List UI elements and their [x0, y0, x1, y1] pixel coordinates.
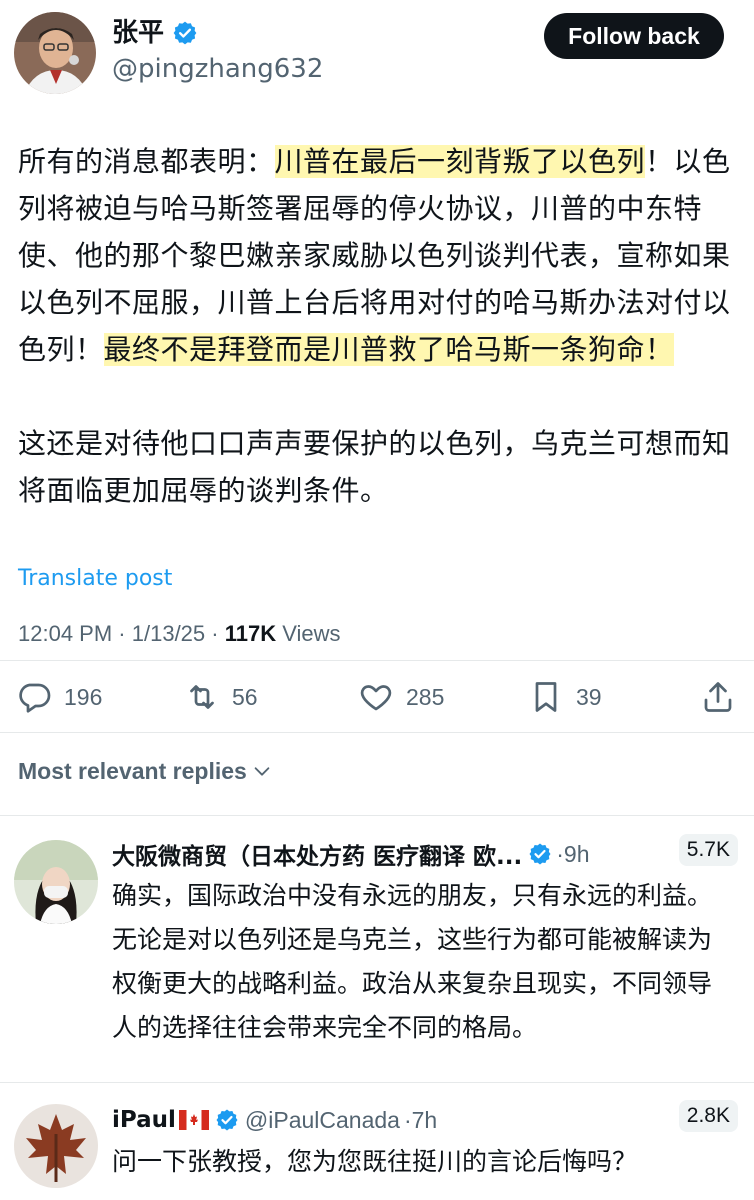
- verified-badge-icon: [528, 842, 552, 866]
- tweet-time[interactable]: 12:04 PM: [18, 621, 112, 646]
- divider: [0, 660, 754, 661]
- divider: [0, 732, 754, 733]
- bookmark-icon: [535, 682, 557, 712]
- reply-dot: ·: [556, 840, 564, 867]
- tweet-paragraph-2: 这还是对待他口口声声要保护的以色列，乌克兰可想而知将面临更加屈辱的谈判条件。: [18, 427, 731, 507]
- share-icon: [704, 682, 732, 712]
- reply-text: 确实，国际政治中没有永远的朋友，只有永远的利益。无论是对以色列还是乌克兰，这些行…: [112, 881, 713, 1042]
- reply-avatar[interactable]: [14, 1104, 98, 1188]
- reply-dot: ·: [403, 1106, 412, 1133]
- reply-count: 196: [64, 683, 103, 710]
- follow-back-button[interactable]: Follow back: [544, 13, 724, 59]
- tweet-text: 所有的消息都表明：川普在最后一刻背叛了以色列！以色列将被迫与哈马斯签署屈辱的停火…: [18, 138, 734, 514]
- tweet-highlight-2: 最终不是拜登而是川普救了哈马斯一条狗命！: [103, 333, 674, 366]
- share-button[interactable]: [700, 672, 736, 722]
- reply-header: 大阪微商贸（日本处方药 医疗翻译 欧... · 9h: [112, 836, 740, 872]
- reply-icon: [19, 683, 51, 713]
- reply-author-name[interactable]: iPaul: [112, 1107, 176, 1133]
- bookmark-button[interactable]: 39: [528, 672, 602, 722]
- post-header: 张平 @pingzhang632 Follow back: [0, 0, 754, 110]
- reply-item[interactable]: 大阪微商贸（日本处方药 医疗翻译 欧... · 9h 5.7K 确实，国际政治中…: [0, 834, 754, 1066]
- author-display-name[interactable]: 张平: [112, 16, 164, 50]
- reply-views-badge: 5.7K: [678, 834, 738, 866]
- reply-time[interactable]: 7h: [412, 1107, 438, 1134]
- reply-views-badge: 2.8K: [678, 1100, 738, 1132]
- reply-time[interactable]: 9h: [564, 841, 590, 868]
- chevron-down-icon: [254, 767, 270, 776]
- action-bar: 196 56 285 39: [0, 672, 754, 722]
- translate-post-link[interactable]: Translate post: [18, 562, 172, 596]
- heart-icon: [360, 685, 392, 711]
- reply-author-handle[interactable]: @iPaulCanada: [245, 1107, 400, 1134]
- like-count: 285: [406, 683, 445, 710]
- tweet-highlight-1: 川普在最后一刻背叛了以色列: [274, 145, 646, 178]
- divider: [0, 815, 754, 816]
- author-name-row: 张平: [112, 16, 198, 50]
- views-label: Views: [282, 621, 341, 646]
- meta-separator: ·: [118, 621, 132, 646]
- meta-separator: ·: [211, 621, 225, 646]
- repost-button[interactable]: 56: [184, 672, 258, 722]
- reply-avatar[interactable]: [14, 840, 98, 924]
- tweet-meta: 12:04 PM · 1/13/25 · 117K Views: [18, 616, 341, 652]
- reply-text: 问一下张教授，您为您既往挺川的言论后悔吗？: [112, 1147, 638, 1176]
- canada-flag-icon: [178, 1110, 209, 1130]
- reply-header: iPaul @iPaulCanada · 7h: [112, 1102, 740, 1138]
- views-count: 117K: [224, 621, 277, 646]
- replies-sort-label: Most relevant replies: [18, 758, 247, 784]
- tweet-date[interactable]: 1/13/25: [132, 621, 205, 646]
- like-button[interactable]: 285: [358, 672, 444, 722]
- divider: [0, 1082, 754, 1083]
- tweet-paragraph-1: 所有的消息都表明：川普在最后一刻背叛了以色列！以色列将被迫与哈马斯签署屈辱的停火…: [18, 138, 734, 373]
- author-handle[interactable]: @pingzhang632: [112, 52, 323, 86]
- repost-icon: [190, 685, 214, 709]
- repost-count: 56: [232, 683, 258, 710]
- bookmark-count: 39: [576, 683, 602, 710]
- reply-author-name[interactable]: 大阪微商贸（日本处方药 医疗翻译 欧...: [112, 837, 522, 871]
- replies-sort-dropdown[interactable]: Most relevant replies: [18, 754, 273, 788]
- reply-item[interactable]: iPaul @iPaulCanada · 7h 2.8K 问一下张教授，您为您既…: [0, 1100, 754, 1200]
- reply-button[interactable]: 196: [16, 672, 102, 722]
- tweet-text-segment: 所有的消息都表明：: [18, 145, 275, 178]
- author-avatar[interactable]: [14, 12, 96, 94]
- verified-badge-icon: [172, 20, 198, 46]
- verified-badge-icon: [215, 1108, 239, 1132]
